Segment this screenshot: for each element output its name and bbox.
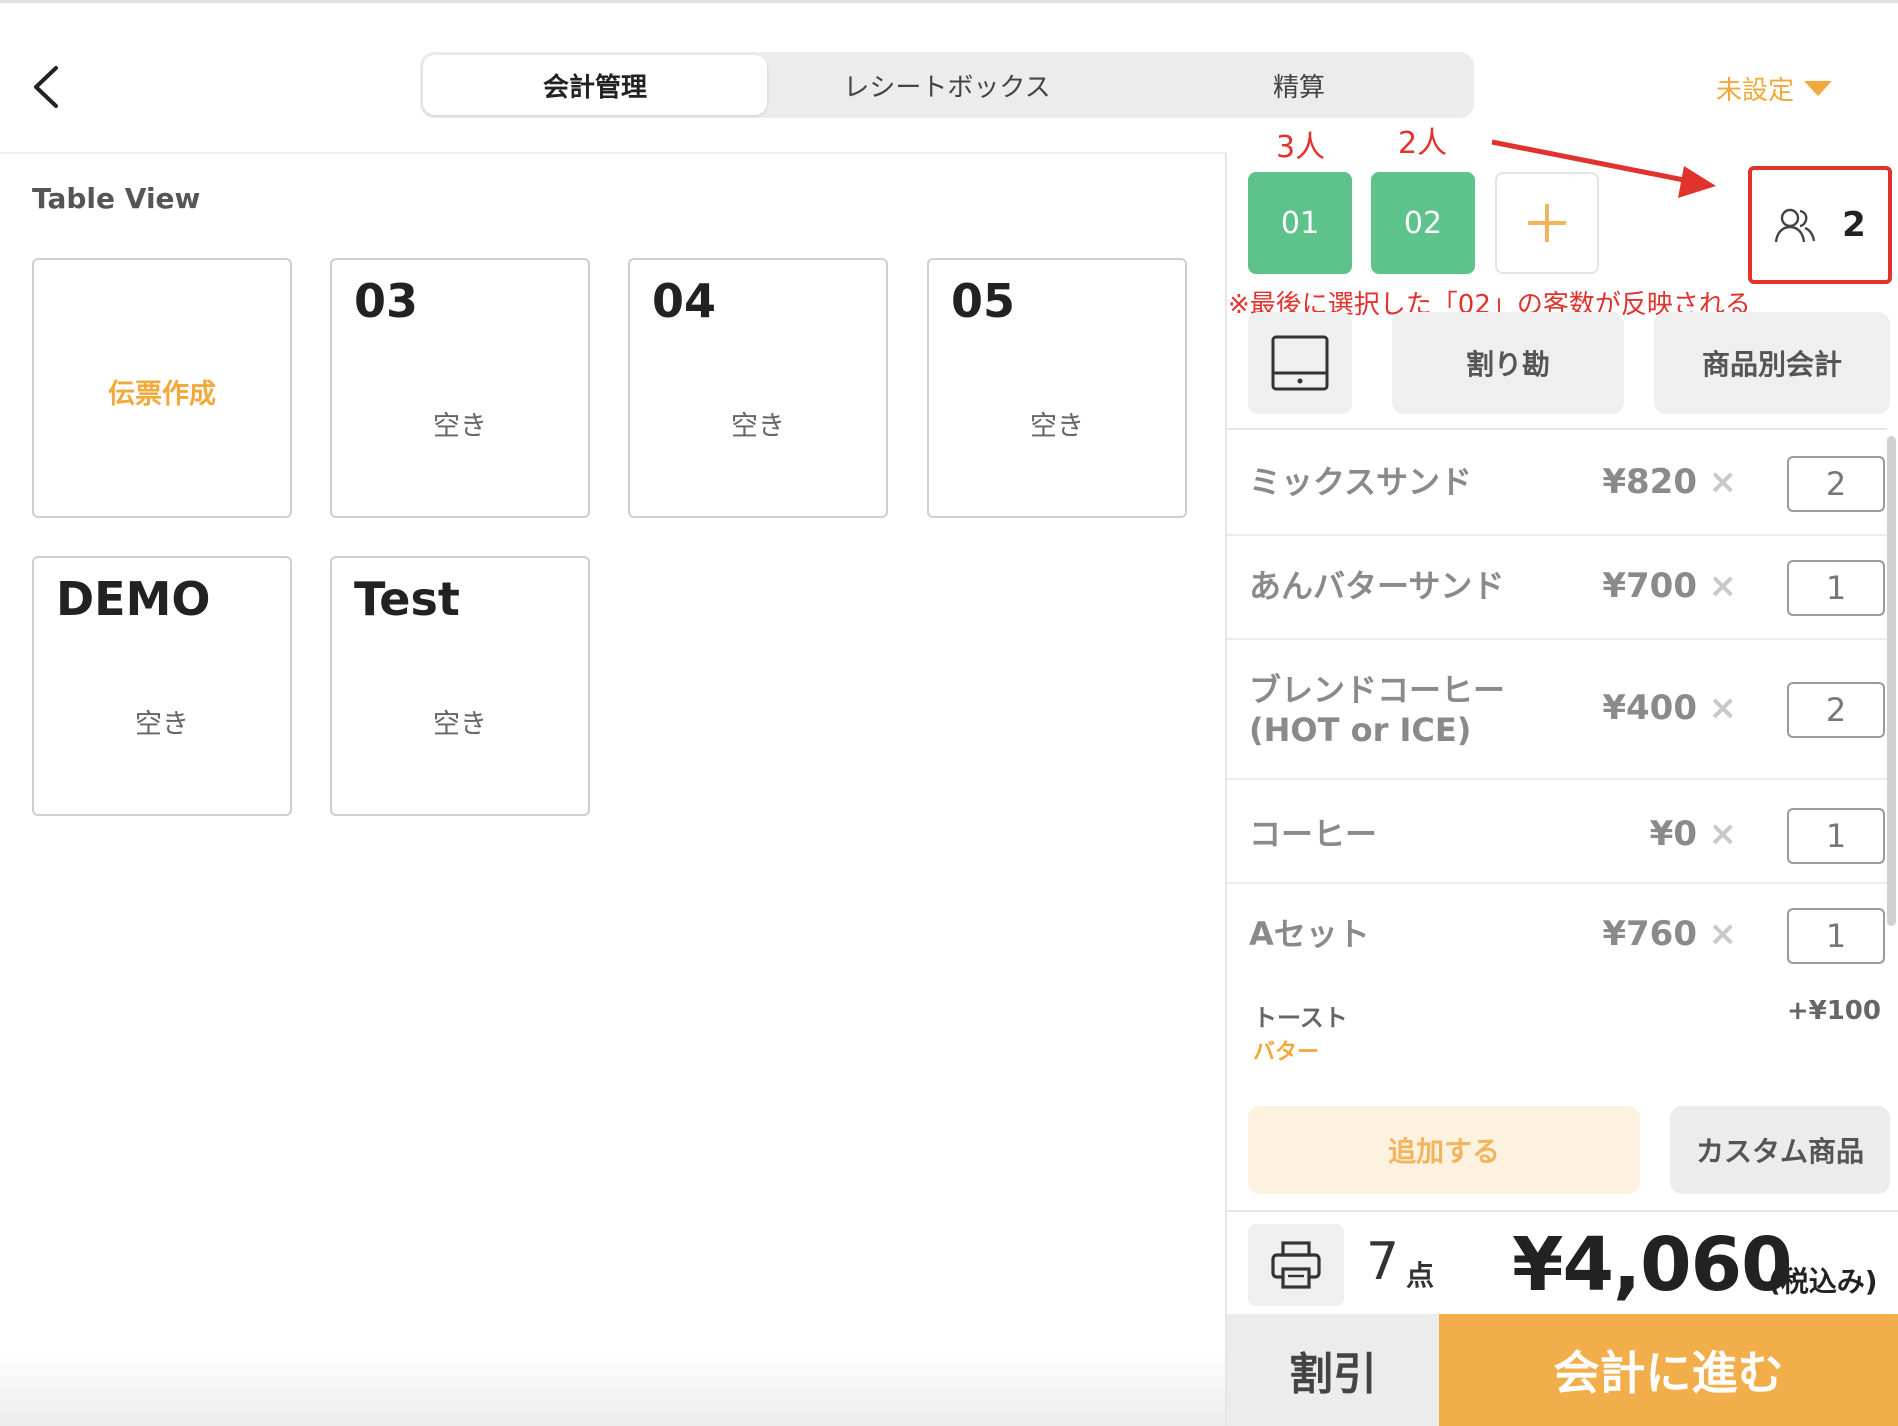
item-price: ¥400	[1602, 688, 1697, 728]
annotation-people-01: 3人	[1276, 130, 1326, 165]
multiply-sign: ×	[1708, 566, 1738, 606]
table-name: 03	[354, 274, 419, 328]
table-status: 空き	[1030, 411, 1084, 442]
table-status: 空き	[135, 709, 189, 740]
quantity-field[interactable]: 1	[1787, 808, 1885, 864]
create-slip-card[interactable]: 伝票作成	[32, 258, 292, 518]
table-status: 空き	[731, 411, 785, 442]
split-evenly-button[interactable]: 割り勘	[1392, 312, 1624, 414]
item-count-unit: 点	[1406, 1259, 1435, 1292]
table-card-test[interactable]: Test 空き	[330, 556, 590, 816]
custom-item-button[interactable]: カスタム商品	[1670, 1106, 1890, 1194]
item-price: ¥760	[1602, 914, 1697, 954]
tab-settlement[interactable]: 精算	[1127, 55, 1471, 115]
quantity-field[interactable]: 2	[1787, 456, 1885, 512]
caret-down-icon	[1804, 80, 1833, 96]
item-count: 7	[1366, 1232, 1400, 1292]
guest-count-button[interactable]: 2	[1748, 166, 1892, 284]
add-item-button[interactable]: 追加する	[1248, 1106, 1640, 1194]
item-name: あんバターサンド	[1249, 567, 1505, 605]
table-card-05[interactable]: 05 空き	[927, 258, 1187, 518]
table-card-demo[interactable]: DEMO 空き	[32, 556, 292, 816]
top-border	[0, 0, 1898, 3]
staff-select-label: 未設定	[1716, 75, 1795, 106]
order-item: コーヒー ¥0 × 1	[1227, 780, 1887, 884]
set-option-value: バター	[1253, 1040, 1320, 1065]
discount-button[interactable]: 割引	[1227, 1314, 1439, 1426]
item-price: ¥820	[1602, 462, 1697, 502]
split-bill-01[interactable]: 01	[1248, 172, 1352, 274]
order-list[interactable]: ミックスサンド ¥820 × 2 あんバターサンド ¥700 × 1 ブレンドコ…	[1227, 428, 1887, 1088]
table-status: 空き	[433, 411, 487, 442]
order-item: ブレンドコーヒー (HOT or ICE) ¥400 × 2	[1227, 640, 1887, 780]
table-name: 04	[652, 274, 717, 328]
annotation-people-02: 2人	[1398, 126, 1448, 161]
add-split-button[interactable]	[1495, 172, 1599, 274]
item-name: Aセット	[1249, 915, 1370, 953]
header-divider	[0, 152, 1225, 154]
quantity-field[interactable]: 1	[1787, 560, 1885, 616]
cash-drawer-button[interactable]	[1248, 312, 1352, 414]
table-card-04[interactable]: 04 空き	[628, 258, 888, 518]
item-name: ミックスサンド	[1249, 463, 1473, 501]
multiply-sign: ×	[1708, 688, 1738, 728]
table-card-03[interactable]: 03 空き	[330, 258, 590, 518]
set-option-price: +¥100	[1786, 996, 1881, 1026]
set-option-name: トースト	[1253, 1004, 1348, 1032]
multiply-sign: ×	[1708, 462, 1738, 502]
order-item: Aセット ¥760 × 1 トースト +¥100 バター	[1227, 884, 1887, 1088]
cash-drawer-icon	[1271, 335, 1329, 391]
table-status: 空き	[433, 709, 487, 740]
quantity-field[interactable]: 2	[1787, 682, 1885, 738]
pay-by-item-button[interactable]: 商品別会計	[1654, 312, 1890, 414]
table-name: 05	[951, 274, 1016, 328]
guest-count: 2	[1842, 205, 1866, 245]
tab-accounting[interactable]: 会計管理	[423, 55, 767, 115]
multiply-sign: ×	[1708, 814, 1738, 854]
order-item: ミックスサンド ¥820 × 2	[1227, 430, 1887, 536]
chevron-left-icon	[34, 66, 58, 108]
item-price: ¥0	[1649, 814, 1697, 854]
create-slip-label: 伝票作成	[108, 379, 216, 410]
staff-select[interactable]: 未設定	[1716, 68, 1833, 108]
bottom-fade	[0, 1350, 1227, 1426]
tab-receipt-box[interactable]: レシートボックス	[767, 55, 1127, 115]
item-name: コーヒー	[1249, 815, 1378, 853]
main-tabs: 会計管理 レシートボックス 精算	[420, 52, 1474, 118]
users-icon	[1774, 208, 1816, 243]
multiply-sign: ×	[1708, 914, 1738, 954]
printer-icon	[1271, 1241, 1321, 1289]
total-amount: ¥4,060	[1512, 1222, 1793, 1308]
summary-divider	[1227, 1210, 1898, 1212]
order-list-scrollbar[interactable]	[1887, 436, 1896, 926]
item-name: ブレンドコーヒー	[1249, 671, 1506, 709]
item-name-line2: (HOT or ICE)	[1249, 711, 1472, 749]
checkout-button[interactable]: 会計に進む	[1439, 1314, 1898, 1426]
table-view-title: Table View	[32, 182, 201, 215]
item-price: ¥700	[1602, 566, 1697, 606]
tax-note: (税込み)	[1768, 1265, 1878, 1298]
print-button[interactable]	[1248, 1224, 1344, 1306]
plus-icon	[1528, 204, 1566, 242]
order-item: あんバターサンド ¥700 × 1	[1227, 536, 1887, 640]
quantity-field[interactable]: 1	[1787, 908, 1885, 964]
table-name: DEMO	[56, 572, 211, 626]
split-bill-02[interactable]: 02	[1371, 172, 1475, 274]
back-button[interactable]	[26, 62, 68, 112]
table-name: Test	[354, 572, 460, 626]
